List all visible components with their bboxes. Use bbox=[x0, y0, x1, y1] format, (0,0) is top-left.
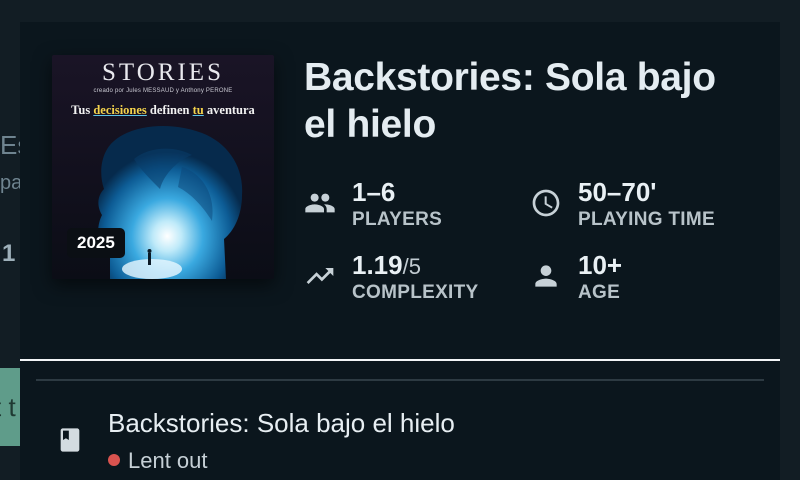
age-value: 10+ bbox=[578, 250, 623, 280]
game-detail-modal: STORIES creado por Jules MESSAUD y Antho… bbox=[20, 22, 780, 480]
clock-icon bbox=[532, 189, 560, 217]
collection-item[interactable]: Backstories: Sola bajo el hielo Lent out bbox=[20, 402, 780, 480]
players-value: 1–6 bbox=[352, 177, 396, 207]
game-header: STORIES creado por Jules MESSAUD y Antho… bbox=[20, 22, 780, 360]
trending-up-icon bbox=[306, 268, 334, 284]
background-text-sub: pa bbox=[0, 172, 23, 194]
person-icon bbox=[535, 265, 557, 287]
status-dot bbox=[108, 454, 120, 466]
cover-credits: creado por Jules MESSAUD y Anthony PERON… bbox=[93, 88, 233, 94]
section-divider bbox=[36, 379, 764, 381]
age-label: AGE bbox=[578, 282, 621, 303]
collection-item-title: Backstories: Sola bajo el hielo bbox=[108, 408, 455, 438]
status-label: Lent out bbox=[128, 448, 208, 473]
tagline-part: aventura bbox=[203, 103, 255, 117]
game-cover-image: STORIES creado por Jules MESSAUD y Antho… bbox=[52, 55, 274, 279]
tagline-part: Tus bbox=[71, 103, 94, 117]
tagline-highlight: tu bbox=[192, 103, 204, 117]
complexity-label: COMPLEXITY bbox=[352, 282, 479, 303]
complexity-score: 1.19 bbox=[352, 250, 403, 280]
playing-time-value: 50–70' bbox=[578, 177, 657, 207]
background-button[interactable]: t t bbox=[0, 368, 22, 446]
tagline-part: definen bbox=[146, 103, 193, 117]
playing-time-label: PLAYING TIME bbox=[578, 209, 715, 230]
header-divider bbox=[20, 359, 780, 361]
complexity-max: /5 bbox=[402, 254, 421, 279]
complexity-value: 1.19/5 bbox=[352, 250, 421, 281]
background-button-label: t t bbox=[0, 392, 16, 422]
group-icon bbox=[305, 193, 335, 213]
year-badge: 2025 bbox=[67, 228, 125, 258]
cover-tagline: Tus decisiones definen tu aventura bbox=[52, 103, 274, 118]
cover-brand: STORIES bbox=[102, 59, 224, 86]
collection-item-status: Lent out bbox=[108, 448, 208, 474]
background-text-number: 1 bbox=[2, 240, 16, 267]
book-icon bbox=[60, 428, 80, 452]
tagline-highlight: decisiones bbox=[93, 103, 147, 117]
game-title: Backstories: Sola bajo el hielo bbox=[304, 56, 716, 146]
players-label: PLAYERS bbox=[352, 209, 443, 230]
